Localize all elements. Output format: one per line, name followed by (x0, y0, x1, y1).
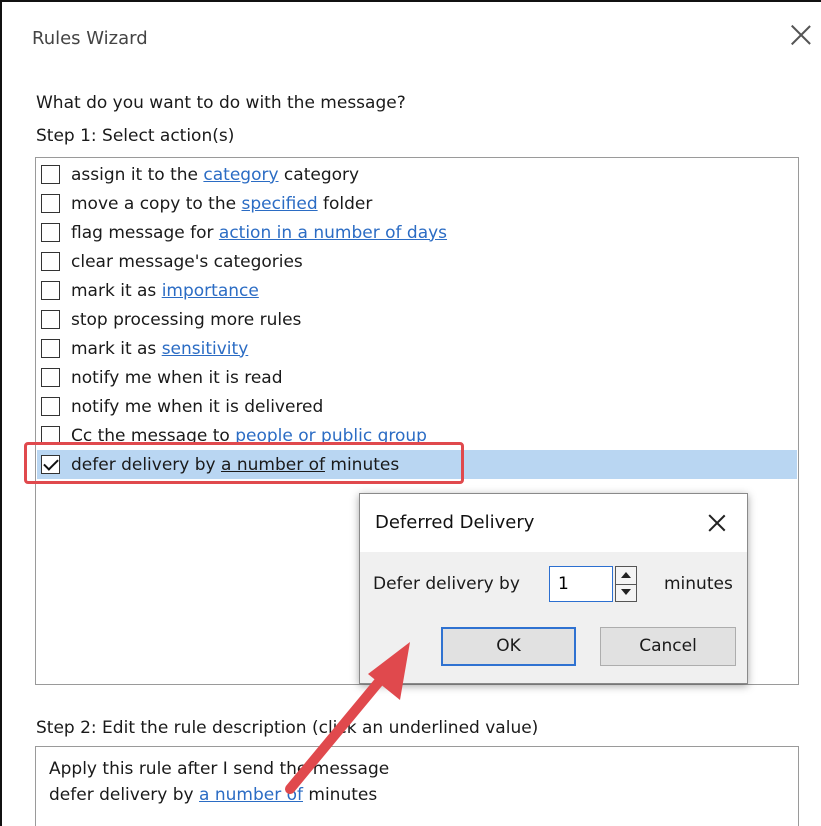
description-line: Apply this rule after I send the message (49, 759, 390, 779)
action-text-post: category (278, 164, 360, 185)
action-link[interactable]: specified (241, 194, 317, 214)
window-title: Rules Wizard (32, 28, 148, 49)
rules-wizard-window: Rules Wizard What do you want to do with… (0, 0, 821, 826)
spin-down-icon[interactable] (616, 584, 636, 601)
minutes-spinner[interactable] (615, 566, 637, 602)
close-icon[interactable] (788, 22, 814, 48)
action-text: assign it to the (71, 164, 204, 185)
action-checkbox[interactable] (41, 368, 60, 387)
action-text: notify me when it is delivered (71, 396, 324, 417)
action-row[interactable]: mark it as importance (37, 276, 797, 305)
action-checkbox[interactable] (41, 252, 60, 271)
action-text: mark it as (71, 338, 162, 359)
defer-label: Defer delivery by (373, 574, 520, 594)
ok-button[interactable]: OK (441, 627, 576, 666)
action-checkbox[interactable] (41, 223, 60, 242)
description-text: defer delivery by (49, 785, 200, 805)
action-row[interactable]: clear message's categories (37, 247, 797, 276)
action-link[interactable]: action in a number of days (219, 223, 447, 243)
action-row[interactable]: mark it as sensitivity (37, 334, 797, 363)
action-row[interactable]: notify me when it is delivered (37, 392, 797, 421)
action-row[interactable]: move a copy to the specified folder (37, 189, 797, 218)
action-checkbox[interactable] (41, 165, 60, 184)
action-text: flag message for (71, 222, 219, 243)
action-text-post: folder (317, 193, 373, 214)
question-text: What do you want to do with the message? (36, 93, 406, 113)
action-checkbox[interactable] (41, 310, 60, 329)
rule-description-box: Apply this rule after I send the message… (35, 746, 799, 826)
description-link[interactable]: a number of (199, 785, 303, 805)
step2-label: Step 2: Edit the rule description (click… (36, 718, 539, 738)
cancel-button[interactable]: Cancel (600, 627, 736, 666)
action-text: notify me when it is read (71, 367, 283, 388)
description-text-post: minutes (302, 785, 378, 805)
highlight-box (24, 442, 464, 484)
step1-label: Step 1: Select action(s) (36, 126, 235, 146)
action-checkbox[interactable] (41, 397, 60, 416)
action-checkbox[interactable] (41, 339, 60, 358)
spin-up-icon[interactable] (616, 567, 636, 585)
action-link[interactable]: sensitivity (162, 339, 249, 359)
action-link[interactable]: category (203, 165, 278, 185)
description-line: defer delivery by a number of minutes (49, 785, 377, 805)
action-row[interactable]: flag message for action in a number of d… (37, 218, 797, 247)
action-checkbox[interactable] (41, 281, 60, 300)
action-text: move a copy to the (71, 193, 242, 214)
dialog-close-icon[interactable] (706, 512, 728, 534)
action-text: clear message's categories (71, 251, 303, 272)
action-row[interactable]: assign it to the category category (37, 160, 797, 189)
minutes-unit-label: minutes (664, 574, 733, 594)
dialog-title: Deferred Delivery (375, 512, 535, 533)
dialog-titlebar: Deferred Delivery (360, 494, 747, 552)
action-text: mark it as (71, 280, 162, 301)
action-link[interactable]: importance (162, 281, 259, 301)
deferred-delivery-dialog: Deferred Delivery Defer delivery by minu… (359, 493, 748, 684)
minutes-input[interactable] (549, 566, 613, 602)
action-checkbox[interactable] (41, 194, 60, 213)
action-row[interactable]: stop processing more rules (37, 305, 797, 334)
action-text: stop processing more rules (71, 309, 302, 330)
action-row[interactable]: notify me when it is read (37, 363, 797, 392)
